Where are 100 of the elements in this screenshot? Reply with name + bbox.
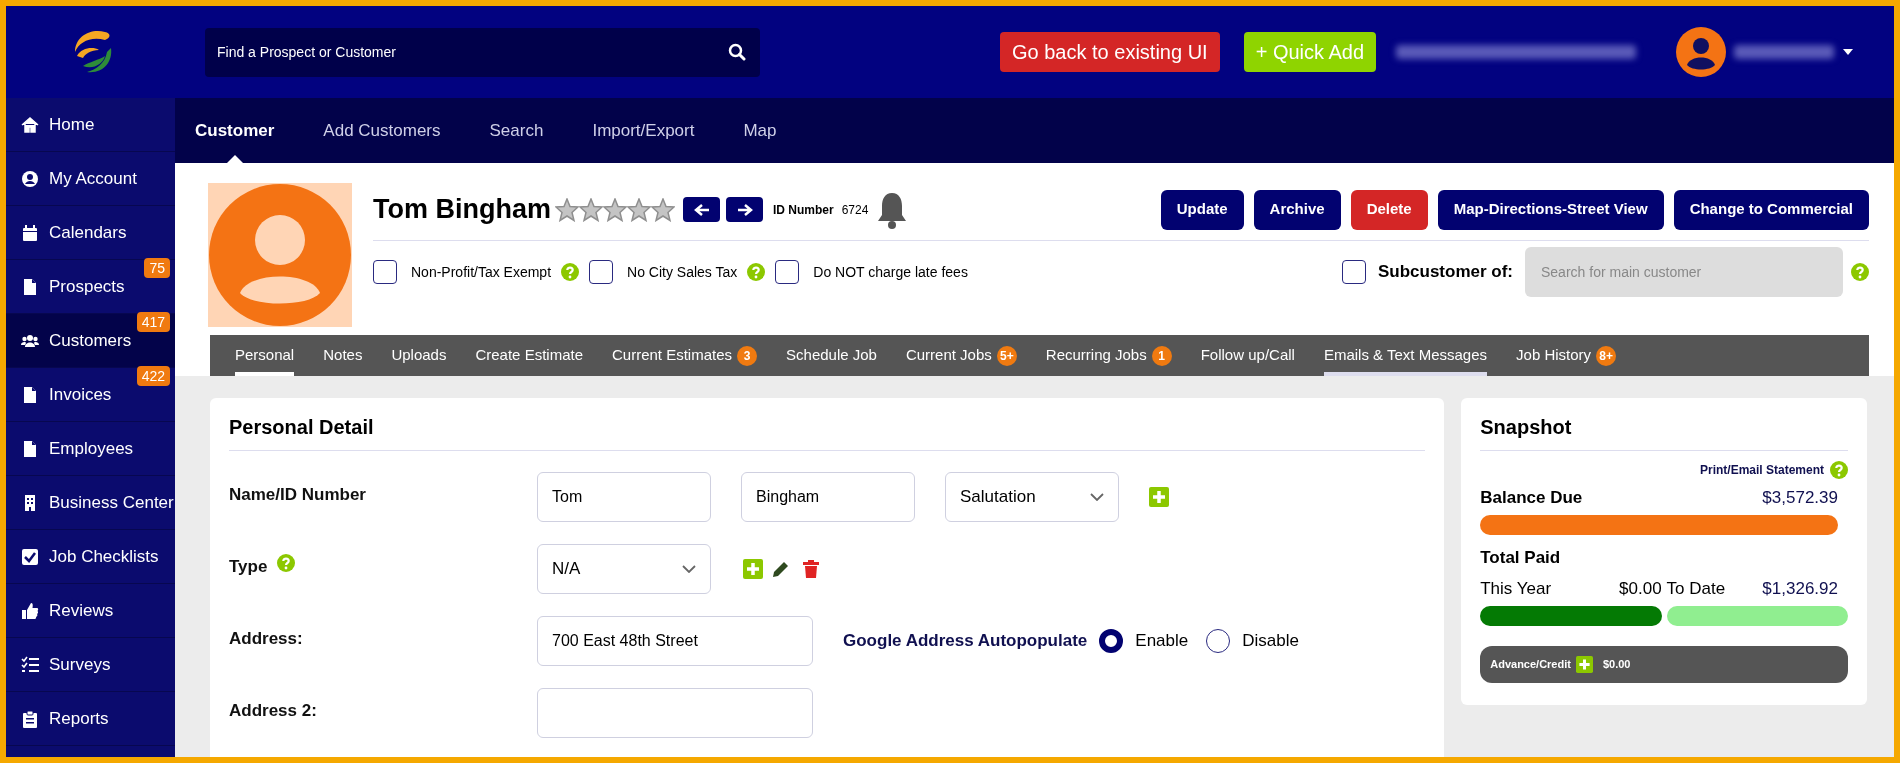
next-button[interactable]: [726, 197, 763, 222]
credit-amount: $0.00: [1602, 656, 1631, 672]
field-label: Address 2:: [229, 700, 317, 722]
search-icon[interactable]: [728, 42, 746, 61]
document-icon: [21, 277, 39, 296]
field-label: Google Address Autopopulate: [843, 630, 1088, 653]
tab[interactable]: Job History 8+: [1516, 335, 1617, 376]
radio-button[interactable]: [1206, 629, 1231, 653]
document-icon: [21, 439, 39, 458]
pencil-icon[interactable]: [771, 559, 791, 579]
checkbox-label: No City Sales Tax: [627, 262, 738, 282]
previous-button[interactable]: [683, 197, 720, 222]
statement-link[interactable]: Print/Email Statement: [1699, 461, 1824, 479]
sidebar-item[interactable]: Prospects 75: [6, 260, 175, 314]
field-label: Subcustomer of:: [1377, 261, 1513, 284]
caret-icon[interactable]: [1842, 48, 1855, 56]
tab[interactable]: Current Jobs 5+: [905, 335, 1017, 376]
tab[interactable]: Uploads: [391, 335, 447, 376]
id-value: 6724: [841, 201, 869, 219]
field-label: Name/ID Number: [229, 484, 366, 506]
checkbox-label: Non-Profit/Tax Exempt: [411, 262, 552, 282]
star-icon[interactable]: [555, 197, 579, 222]
select-field[interactable]: Salutation: [945, 472, 1119, 522]
avatar-icon[interactable]: [1676, 27, 1727, 77]
action-button[interactable]: Archive: [1253, 189, 1341, 230]
tab[interactable]: Follow up/Call: [1200, 335, 1295, 376]
tab[interactable]: Personal: [235, 335, 295, 376]
calendar-icon: [21, 223, 39, 242]
chevron-down-icon: [682, 565, 696, 573]
section-title: Personal Detail: [229, 412, 1426, 451]
amount: $1,326.92: [1762, 578, 1838, 600]
tab[interactable]: Schedule Job: [786, 335, 877, 376]
action-button[interactable]: Update: [1160, 189, 1244, 230]
checkbox-label: Do NOT charge late fees: [813, 262, 968, 282]
text-field[interactable]: [537, 688, 813, 738]
checkbox[interactable]: [589, 260, 614, 284]
thumbs-up-icon: [21, 601, 39, 620]
balance-amount: $3,572.39: [1762, 487, 1838, 509]
nav-tab[interactable]: Add Customers: [323, 98, 441, 163]
star-icon[interactable]: [579, 197, 603, 222]
checkbox[interactable]: [373, 260, 397, 284]
count-badge: 422: [136, 366, 170, 386]
period-label: This Year: [1480, 578, 1552, 600]
nav-tab[interactable]: Customer: [195, 98, 275, 163]
checkbox[interactable]: [775, 260, 800, 284]
search-field[interactable]: Search for main customer: [1525, 247, 1843, 297]
text-field[interactable]: Bingham: [741, 472, 915, 522]
count-badge: 5+: [996, 345, 1017, 366]
select-field[interactable]: N/A: [537, 544, 711, 594]
customer-name: Tom Bingham: [373, 193, 551, 227]
trash-icon[interactable]: [801, 559, 821, 579]
action-button[interactable]: Map-Directions-Street View: [1437, 189, 1664, 230]
radio-button[interactable]: [1099, 629, 1124, 653]
plus-icon[interactable]: [1575, 655, 1593, 673]
sidebar-item[interactable]: Invoices 422: [6, 368, 175, 422]
count-badge: 8+: [1596, 345, 1617, 366]
tab[interactable]: Create Estimate: [475, 335, 583, 376]
tab[interactable]: Emails & Text Messages: [1323, 335, 1488, 376]
user-icon: [21, 169, 39, 188]
tab[interactable]: Recurring Jobs 1: [1045, 335, 1172, 376]
nav-tab[interactable]: Import/Export: [592, 98, 695, 163]
clipboard-icon: [21, 709, 39, 728]
section-label: Total Paid: [1480, 546, 1562, 569]
nav-tab[interactable]: Search: [489, 98, 544, 163]
document-icon: [21, 385, 39, 404]
action-button[interactable]: Change to Commercial: [1673, 189, 1869, 230]
search-field[interactable]: Find a Prospect or Customer: [205, 27, 760, 77]
id-label: ID Number: [773, 201, 834, 219]
star-icon[interactable]: [627, 197, 651, 222]
back-button[interactable]: Go back to existing UI: [1000, 32, 1220, 72]
balance-label: Balance Due: [1480, 487, 1583, 509]
chevron-down-icon: [1090, 493, 1104, 501]
checkbox[interactable]: [1341, 260, 1366, 284]
field-label: Address:: [229, 628, 303, 650]
count-badge: 417: [136, 312, 170, 332]
arrow-left-icon: [693, 202, 710, 217]
credit-label: Advance/Credit: [1490, 656, 1571, 672]
star-icon[interactable]: [603, 197, 627, 222]
period-label: To Date: [1666, 578, 1726, 600]
sidebar-item[interactable]: Customers 417: [6, 314, 175, 368]
radio-label: Disable: [1242, 630, 1299, 653]
home-icon: [21, 115, 39, 134]
text-field[interactable]: 700 East 48th Street: [537, 616, 813, 666]
amount: $0.00: [1619, 578, 1662, 600]
tab[interactable]: Current Estimates 3: [612, 335, 758, 376]
count-badge: 3: [737, 345, 758, 366]
count-badge: 75: [144, 258, 170, 278]
action-button[interactable]: Delete: [1350, 189, 1428, 230]
radio-label: Enable: [1135, 630, 1189, 653]
checklist-icon: [21, 655, 39, 674]
arrow-right-icon: [736, 202, 753, 217]
tab[interactable]: Notes: [323, 335, 363, 376]
bell-icon[interactable]: [876, 190, 909, 229]
checkbox-icon: [21, 547, 39, 566]
star-icon[interactable]: [651, 197, 675, 222]
text-field[interactable]: Tom: [537, 472, 711, 522]
section-title: Snapshot: [1480, 412, 1848, 451]
nav-tab[interactable]: Map: [743, 98, 777, 163]
count-badge: 1: [1151, 345, 1172, 366]
field-label: Type: [229, 556, 268, 578]
